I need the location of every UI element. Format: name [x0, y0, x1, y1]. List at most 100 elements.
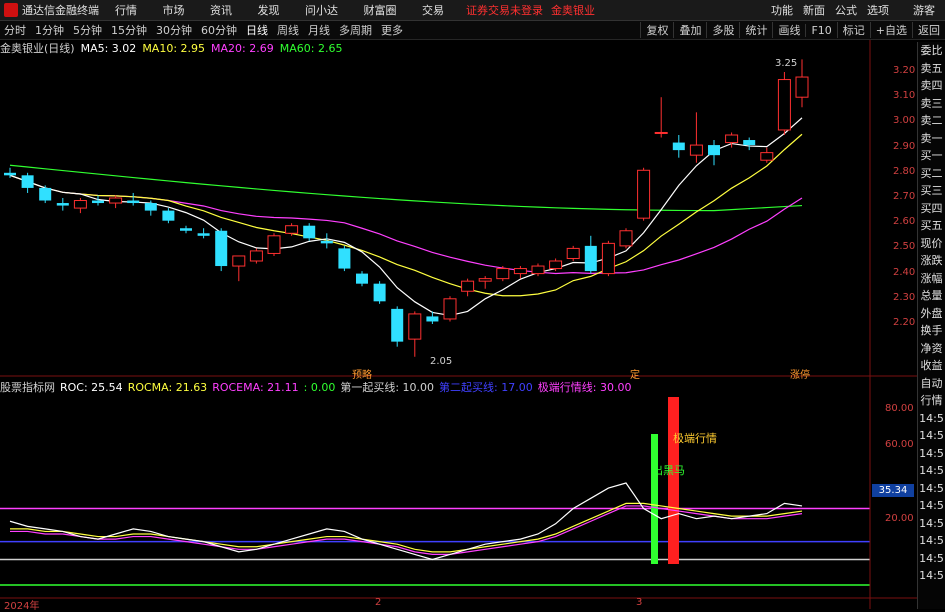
price-tick-label: 3.20: [893, 65, 916, 76]
candle-body: [109, 197, 123, 204]
rocema-value: ROCEMA: 21.11: [212, 380, 299, 394]
price-tick-label: 3.00: [893, 115, 916, 127]
candle-body: [672, 142, 685, 151]
candle-body: [795, 76, 809, 98]
event-marker-2[interactable]: 定: [630, 366, 640, 381]
price-tick-label: 2.40: [893, 266, 916, 278]
side-panel-item[interactable]: 卖一: [918, 130, 945, 148]
side-panel-item[interactable]: 14:5: [918, 445, 945, 463]
side-panel-item[interactable]: 买四: [918, 200, 945, 218]
candle-body: [338, 248, 351, 269]
kline-header: 金奥银业(日线) MA5: 3.02 MA10: 2.95 MA20: 2.69…: [0, 40, 348, 56]
candle-body: [232, 255, 246, 267]
candle-body: [549, 260, 563, 270]
candle-body: [373, 283, 386, 302]
side-panel-item[interactable]: 卖五: [918, 60, 945, 78]
side-panel-item[interactable]: 卖四: [918, 77, 945, 95]
side-panel-item[interactable]: 收益: [918, 357, 945, 375]
candle-body: [743, 140, 756, 146]
side-panel-item[interactable]: 14:5: [918, 532, 945, 550]
candle-body: [92, 200, 104, 204]
sub-indicator-header: 股票指标网 ROC: 25.54 ROCMA: 21.63 ROCEMA: 21…: [0, 379, 636, 395]
candle-body: [566, 247, 580, 259]
date-label-mar: 3: [636, 597, 643, 608]
zero-line-value: : 0.00: [303, 380, 336, 394]
side-panel-item[interactable]: 换手: [918, 322, 945, 340]
event-marker-3[interactable]: 涨停: [790, 366, 810, 381]
indicator-name[interactable]: 股票指标网: [0, 379, 55, 395]
side-panel-item[interactable]: 净资: [918, 340, 945, 358]
side-panel-item[interactable]: 委比: [918, 42, 945, 60]
side-panel-item[interactable]: 卖二: [918, 112, 945, 130]
ma60-line: [9, 164, 803, 212]
candle-body: [777, 79, 791, 131]
candle-body: [197, 233, 210, 236]
kline-chart[interactable]: [0, 0, 945, 609]
candle-body: [426, 316, 439, 322]
price-tick-label: 2.50: [893, 241, 916, 253]
price-tick-label: 3.10: [893, 90, 916, 102]
candle-body: [654, 131, 668, 134]
buy1-value: 第一起买线: 10.00: [340, 381, 435, 394]
side-panel-item[interactable]: 买一: [918, 147, 945, 165]
dark-horse-label: 出黑马: [652, 464, 685, 477]
sub-tick-label: 20.00: [885, 513, 914, 524]
candle-body: [391, 308, 404, 342]
side-panel-item[interactable]: 买五: [918, 217, 945, 235]
ma60-value: MA60: 2.65: [279, 41, 343, 55]
side-panel-item[interactable]: 14:5: [918, 410, 945, 428]
candle-body: [443, 298, 457, 320]
candle-body: [285, 225, 299, 234]
extreme-value: 极端行情线: 30.00: [537, 381, 632, 394]
side-panel-item[interactable]: 14:5: [918, 515, 945, 533]
candle-body: [689, 144, 703, 156]
sub-tick-label: 80.00: [885, 403, 914, 414]
stock-name[interactable]: 金奥银业(日线): [0, 40, 75, 56]
date-label-start: 2024年: [4, 601, 40, 612]
side-panel-item[interactable]: 现价: [918, 235, 945, 253]
roc-value: ROC: 25.54: [60, 380, 123, 394]
current-value-badge: 35.34: [872, 484, 914, 497]
candle-body: [144, 203, 157, 211]
date-label-feb: 2: [375, 597, 382, 608]
candle-body: [584, 245, 597, 272]
side-panel-item[interactable]: 卖三: [918, 95, 945, 113]
price-tick-label: 2.60: [893, 216, 916, 228]
side-panel-item[interactable]: 涨幅: [918, 270, 945, 288]
ma10-line: [9, 133, 803, 297]
buy2-value: 第二起买线: 17.00: [439, 381, 533, 394]
side-panel-item[interactable]: 14:5: [918, 567, 945, 585]
candle-body: [56, 203, 69, 206]
side-panel-item[interactable]: 14:5: [918, 497, 945, 515]
side-panel-item[interactable]: 总量: [918, 287, 945, 305]
candlesticks: [4, 59, 809, 357]
side-panel-item[interactable]: 14:5: [918, 550, 945, 568]
side-panel-item[interactable]: 外盘: [918, 305, 945, 323]
low-price-label: 2.05: [430, 356, 453, 367]
candle-body: [127, 200, 140, 204]
extreme-signal-bar: [668, 397, 679, 564]
side-panel-item[interactable]: 自动: [918, 375, 945, 393]
candle-body: [601, 242, 615, 275]
candle-body: [39, 187, 52, 201]
side-panel-item[interactable]: 买二: [918, 165, 945, 183]
candle-body: [356, 273, 368, 284]
ma20-line: [9, 174, 803, 275]
candle-body: [303, 225, 316, 239]
side-panel-item[interactable]: 14:5: [918, 427, 945, 445]
sub-indicator-chart: [0, 397, 870, 586]
candle-body: [496, 268, 510, 280]
price-tick-label: 2.20: [893, 317, 916, 328]
candle-body: [619, 230, 633, 247]
rocma-value: ROCMA: 21.63: [127, 380, 208, 394]
side-panel-item[interactable]: 14:5: [918, 462, 945, 480]
candle-body: [760, 152, 774, 161]
side-panel-item[interactable]: 14:5: [918, 480, 945, 498]
side-panel-item[interactable]: 行情: [918, 392, 945, 410]
candle-body: [267, 235, 281, 254]
candle-body: [478, 278, 492, 282]
side-panel-item[interactable]: 涨跌: [918, 252, 945, 270]
price-tick-label: 2.70: [893, 191, 916, 202]
side-panel-item[interactable]: 买三: [918, 182, 945, 200]
candle-body: [249, 250, 263, 262]
